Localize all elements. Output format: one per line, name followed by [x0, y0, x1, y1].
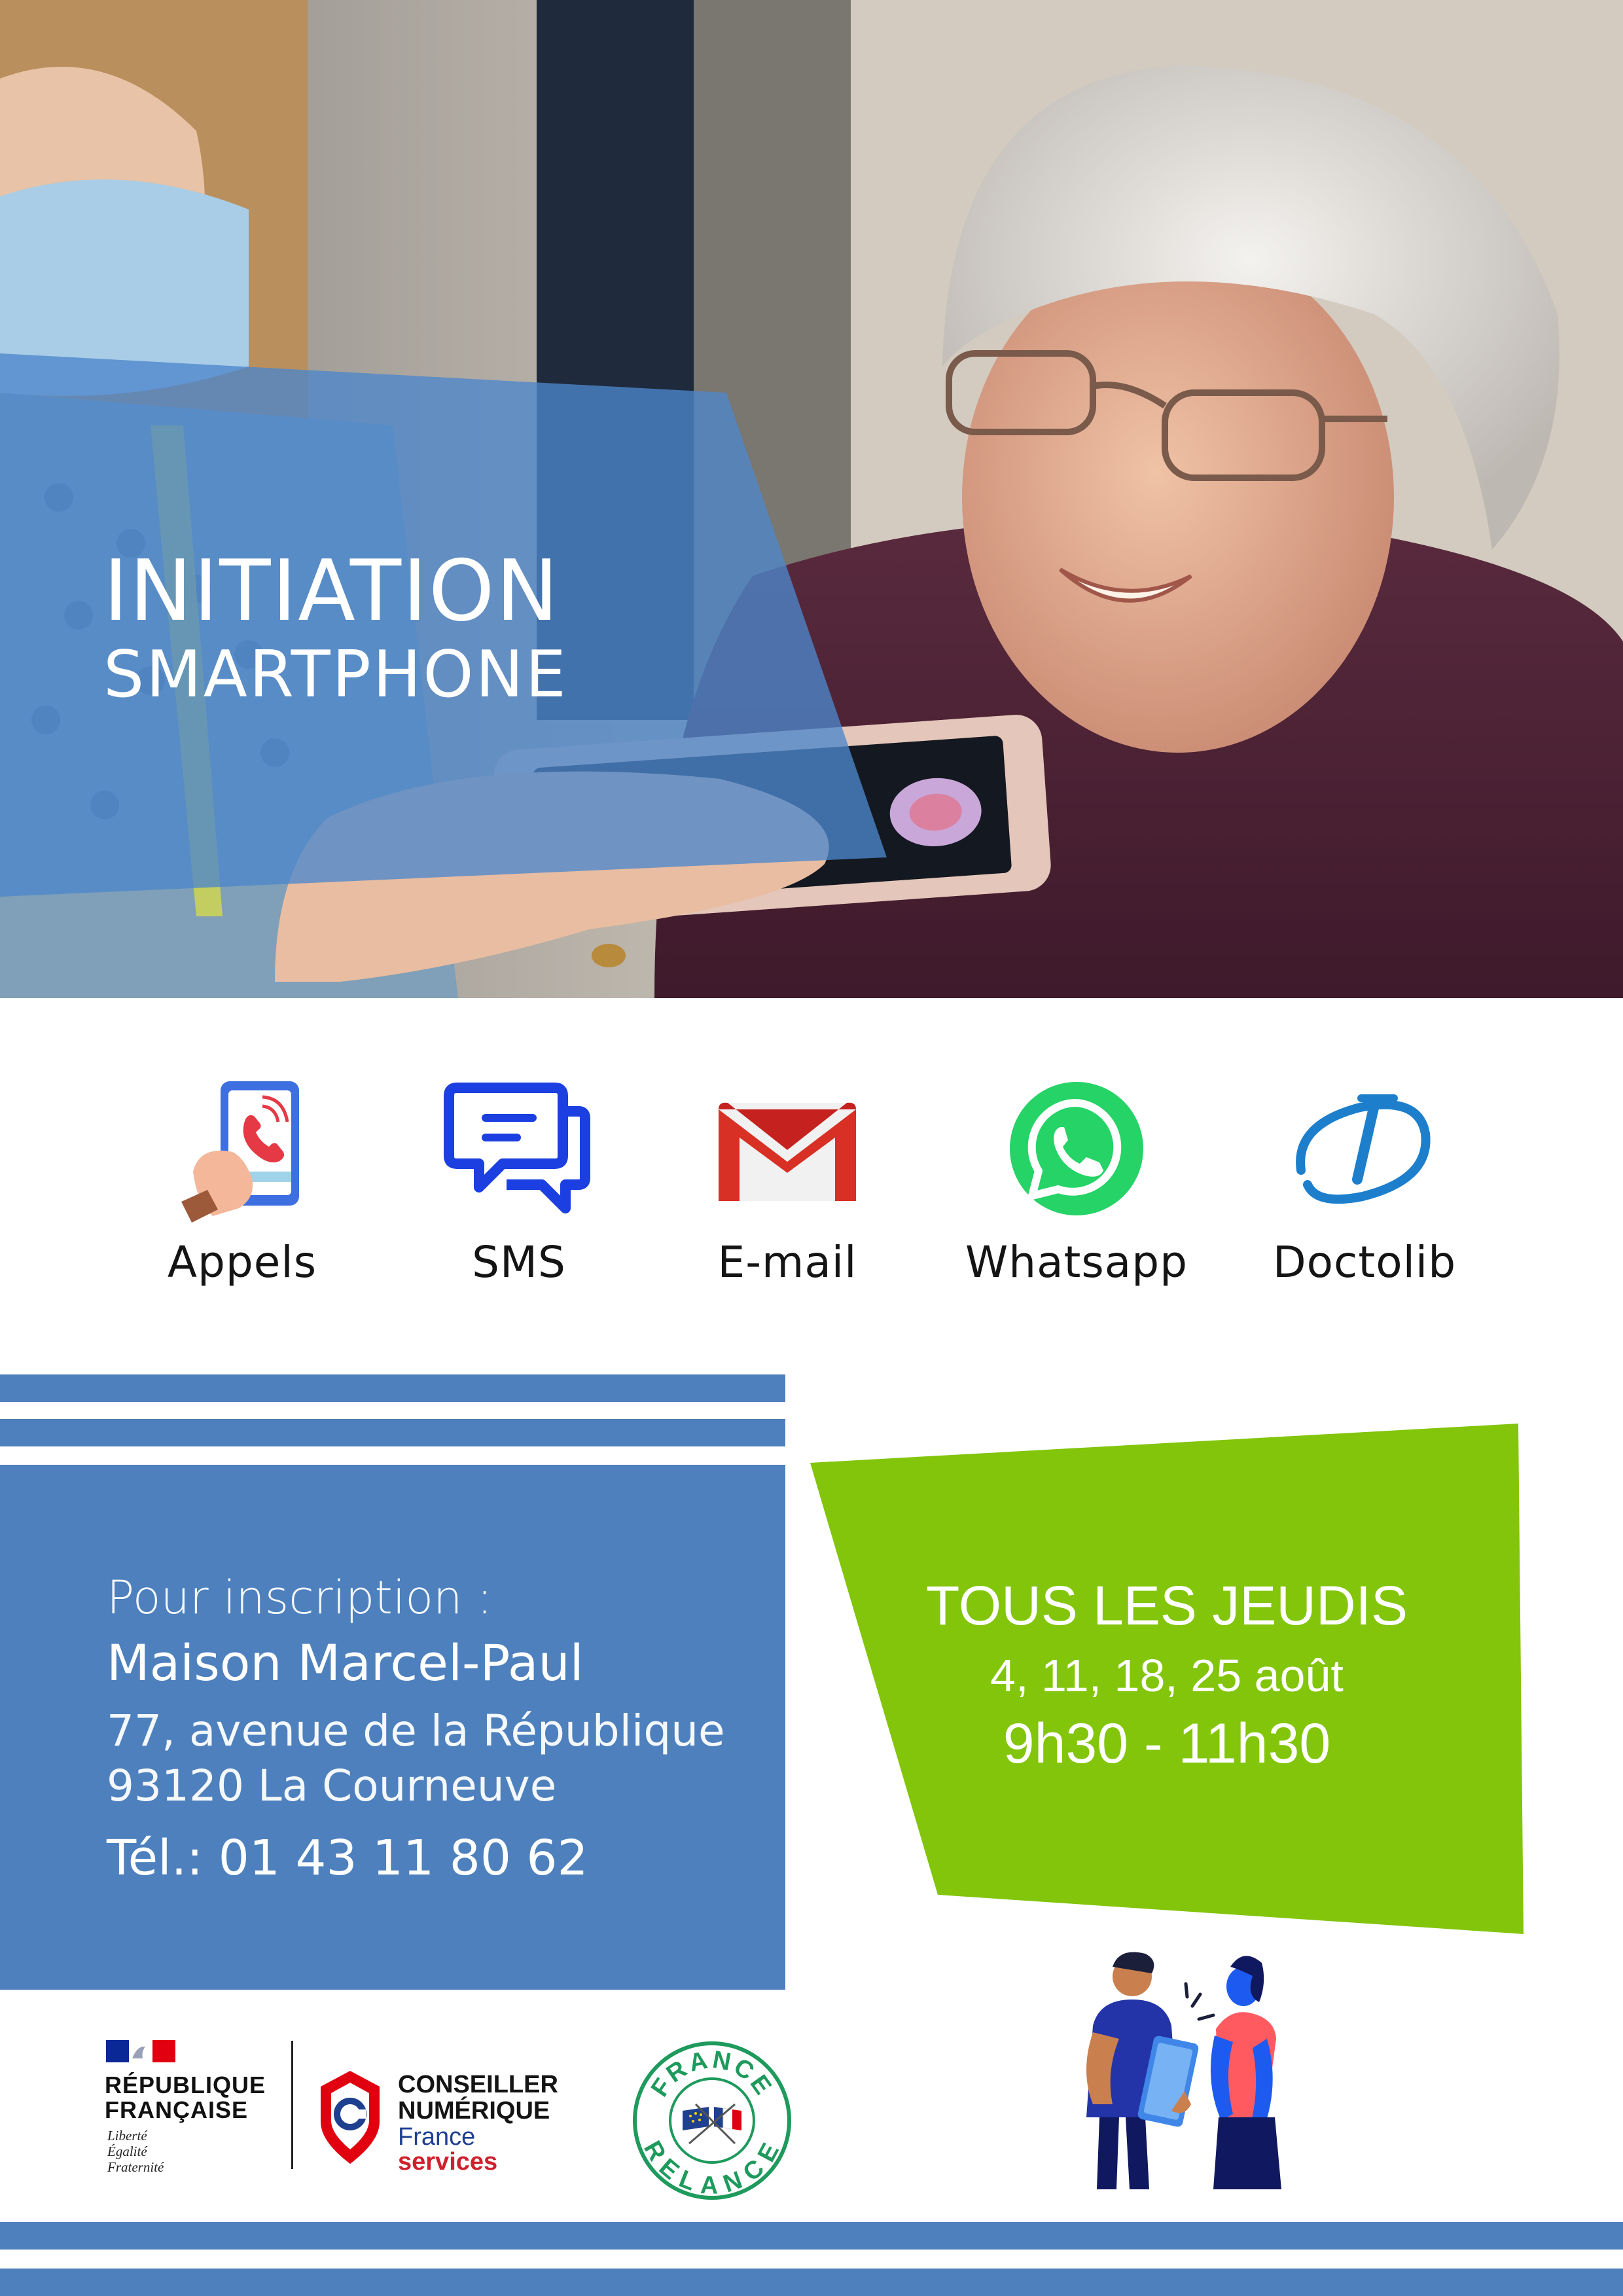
app-label: Appels	[167, 1237, 317, 1287]
hero-title-line2: SMARTPHONE	[103, 637, 568, 712]
hero-title: INITIATION SMARTPHONE	[103, 543, 568, 712]
schedule-block: TOUS LES JEUDIS 4, 11, 18, 25 août 9h30 …	[810, 1424, 1524, 1937]
schedule-hours: 9h30 - 11h30	[1003, 1712, 1331, 1775]
rf-name-line1: RÉPUBLIQUE	[105, 2072, 266, 2098]
app-item-sms: SMS	[382, 1047, 656, 1296]
cn-line1: CONSEILLER	[398, 2071, 558, 2098]
cn-line3: France	[398, 2123, 476, 2151]
marianne-flag-icon	[106, 2040, 175, 2062]
logo-divider	[291, 2041, 293, 2169]
map-pin-logo-icon	[321, 2071, 380, 2164]
hero-title-line1: INITIATION	[103, 543, 560, 640]
venue-street: 77, avenue de la République	[107, 1706, 725, 1756]
app-label: Doctolib	[1272, 1237, 1457, 1287]
rf-motto-3: Fraternité	[107, 2159, 164, 2175]
app-item-doctolib: Doctolib	[1227, 1047, 1502, 1296]
rf-name-line2: FRANÇAISE	[105, 2096, 249, 2123]
people-with-tablet-illustration	[1047, 1947, 1309, 2209]
hero-photo-illustration	[0, 0, 1623, 998]
decor-stripe-2	[0, 1419, 785, 1446]
hero-photo: INITIATION SMARTPHONE	[0, 0, 1623, 998]
conseiller-numerique-logo: CONSEILLER NUMÉRIQUE France services	[314, 2068, 589, 2176]
venue-name: Maison Marcel-Paul	[107, 1634, 584, 1692]
app-list: Appels SMS E-mail Whatsapp Doctolib	[0, 1047, 1623, 1309]
cn-line4: services	[398, 2148, 498, 2176]
venue-city: 93120 La Courneuve	[107, 1761, 557, 1811]
phone-call-icon	[181, 1081, 299, 1223]
app-item-email: E-mail	[650, 1047, 925, 1296]
rf-motto-2: Égalité	[107, 2144, 147, 2159]
people-illustration	[1086, 1952, 1281, 2189]
app-item-appels: Appels	[105, 1047, 380, 1296]
france-relance-seal: FRANCE RELANCE	[633, 2041, 791, 2200]
rf-motto-1: Liberté	[107, 2128, 147, 2144]
schedule-dates: 4, 11, 18, 25 août	[990, 1650, 1344, 1701]
registration-info: Pour inscription : Maison Marcel-Paul 77…	[0, 1465, 785, 1990]
app-item-whatsapp: Whatsapp	[939, 1047, 1214, 1296]
venue-phone: Tél.: 01 43 11 80 62	[107, 1830, 588, 1886]
decor-stripe-1	[0, 1374, 785, 1402]
doctolib-icon	[1296, 1094, 1431, 1204]
schedule-day: TOUS LES JEUDIS	[926, 1575, 1408, 1636]
whatsapp-icon	[1010, 1082, 1143, 1215]
france-relance-logo: FRANCE RELANCE	[630, 2039, 794, 2202]
app-label: E-mail	[717, 1237, 857, 1287]
footer-stripe-2	[0, 2269, 1623, 2296]
app-label: Whatsapp	[965, 1237, 1188, 1287]
registration-heading: Pour inscription :	[107, 1571, 493, 1624]
app-label: SMS	[472, 1237, 566, 1287]
cn-line2: NUMÉRIQUE	[398, 2097, 550, 2125]
chat-bubbles-icon	[444, 1083, 590, 1213]
footer-stripe-1	[0, 2222, 1623, 2250]
republique-francaise-logo: RÉPUBLIQUE FRANÇAISE Liberté Égalité Fra…	[105, 2039, 301, 2176]
gmail-icon	[719, 1102, 856, 1201]
